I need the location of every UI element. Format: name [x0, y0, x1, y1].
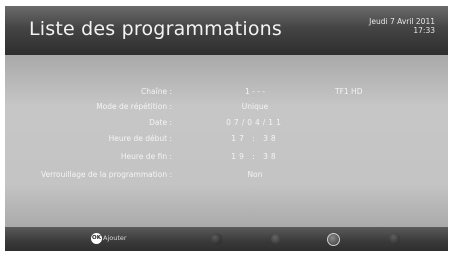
end-time-label: Heure de fin : — [120, 152, 172, 161]
recording-form: Chaîne : 1 - - - TF1 HD Mode de répétiti… — [5, 55, 448, 227]
date-value[interactable]: 07/04/11 — [220, 118, 290, 127]
repeat-mode-label: Mode de répétition : — [96, 102, 172, 111]
green-key-icon[interactable] — [271, 234, 281, 244]
channel-label: Chaîne : — [141, 87, 172, 96]
current-date: Jeudi 7 Avril 2011 — [369, 17, 435, 26]
date-label: Date : — [149, 118, 172, 127]
repeat-mode-row[interactable]: Mode de répétition : Unique — [5, 100, 448, 114]
add-button-label[interactable]: Ajouter — [103, 234, 127, 242]
end-time-value[interactable]: 19 : 38 — [220, 152, 290, 161]
channel-row[interactable]: Chaîne : 1 - - - TF1 HD — [5, 85, 448, 99]
end-time-row[interactable]: Heure de fin : 19 : 38 — [5, 150, 448, 164]
yellow-key-icon[interactable] — [327, 233, 340, 246]
date-row[interactable]: Date : 07/04/11 — [5, 116, 448, 130]
lock-row[interactable]: Verrouillage de la programmation : Non — [5, 168, 448, 182]
page-title: Liste des programmations — [29, 18, 282, 40]
red-key-icon[interactable] — [210, 233, 222, 245]
lock-label: Verrouillage de la programmation : — [41, 170, 172, 179]
start-time-row[interactable]: Heure de début : 17 : 38 — [5, 132, 448, 146]
channel-name: TF1 HD — [335, 87, 363, 96]
tv-screen: Liste des programmations Jeudi 7 Avril 2… — [5, 6, 448, 251]
footer-bar: OK Ajouter — [5, 227, 448, 251]
start-time-label: Heure de début : — [108, 134, 172, 143]
blue-key-icon[interactable] — [389, 233, 400, 244]
lock-value[interactable]: Non — [220, 170, 290, 179]
current-time: 17:33 — [413, 26, 435, 35]
ok-button-icon[interactable]: OK — [91, 233, 102, 244]
start-time-value[interactable]: 17 : 38 — [220, 134, 290, 143]
date-time: Jeudi 7 Avril 2011 17:33 — [369, 17, 435, 35]
repeat-mode-value[interactable]: Unique — [220, 102, 290, 111]
header-bar: Liste des programmations Jeudi 7 Avril 2… — [5, 6, 448, 55]
channel-number-field[interactable]: 1 - - - — [220, 87, 290, 96]
